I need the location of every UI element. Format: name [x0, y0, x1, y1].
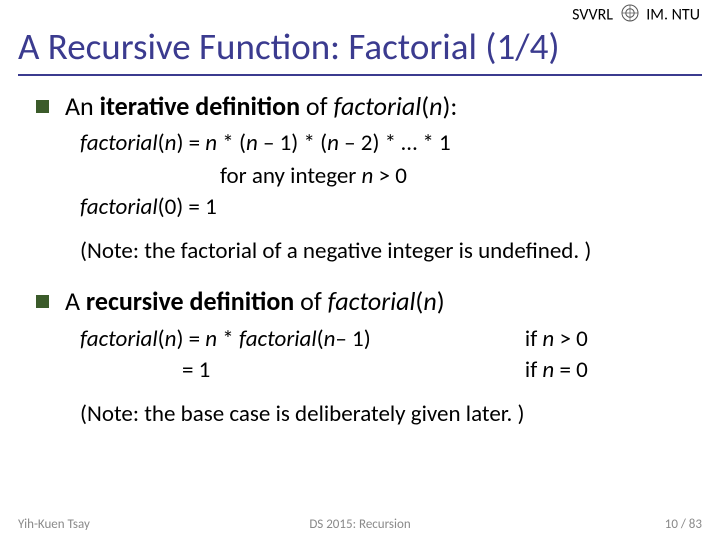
text: ( — [421, 90, 429, 122]
text-ital: n — [423, 285, 436, 317]
bullet-item-recursive: A recursive definition of factorial(n) — [36, 285, 692, 318]
bullet-item-iterative: An iterative definition of factorial(n): — [36, 90, 692, 123]
text: > 0 — [554, 325, 588, 353]
text-ital: n — [327, 129, 339, 157]
text-ital: n — [542, 325, 554, 353]
text: – 1) * ( — [258, 129, 327, 157]
recursive-definition: factorial(n) = n * factorial(n– 1) if n … — [80, 324, 692, 386]
text: = 0 — [554, 356, 588, 384]
rec-line1-right: if n > 0 — [525, 324, 692, 355]
text-ital: factorial — [80, 193, 158, 221]
iter-line2: for any integer n > 0 — [80, 161, 692, 192]
text-ital: factorial — [239, 325, 317, 353]
text: ) = — [176, 129, 205, 157]
text-ital: n — [205, 129, 217, 157]
text: A — [65, 285, 86, 317]
text: if — [525, 325, 543, 353]
footer-course: DS 2015: Recursion — [309, 517, 410, 532]
note-iterative: (Note: the factorial of a negative integ… — [80, 237, 692, 267]
text-ital: factorial — [80, 325, 158, 353]
text: ) — [437, 285, 445, 317]
slide-content: An iterative definition of factorial(n):… — [0, 76, 720, 430]
text: ): — [442, 90, 457, 122]
rec-line1-left: factorial(n) = n * factorial(n– 1) — [80, 324, 475, 355]
title-rule — [18, 74, 702, 76]
org-left: SVVRL — [572, 5, 613, 24]
text-ital: n — [362, 162, 374, 190]
text: – 2) * … * 1 — [339, 129, 451, 157]
text: ( — [317, 325, 324, 353]
text: of — [300, 90, 333, 122]
rec-line2-right: if n = 0 — [525, 355, 692, 386]
text-ital: n — [429, 90, 442, 122]
footer: Yih-Kuen Tsay DS 2015: Recursion 10 / 83 — [0, 517, 720, 532]
text-bold: iterative definition — [100, 90, 300, 122]
text: if — [525, 356, 543, 384]
text-ital: factorial — [80, 129, 158, 157]
text-ital: n — [246, 129, 258, 157]
footer-author: Yih-Kuen Tsay — [18, 517, 90, 532]
bullet-text-recursive: A recursive definition of factorial(n) — [65, 285, 445, 318]
bullet-text-iterative: An iterative definition of factorial(n): — [65, 90, 457, 123]
footer-page: 10 / 83 — [665, 517, 702, 532]
iter-line3: factorial(0) = 1 — [80, 192, 692, 223]
text-ital: n — [205, 325, 217, 353]
iter-line1: factorial(n) = n * (n – 1) * (n – 2) * …… — [80, 128, 692, 159]
text: An — [65, 90, 100, 122]
text: – 1) — [335, 325, 370, 353]
text: for any integer — [220, 162, 362, 190]
text: * ( — [217, 129, 246, 157]
org-right: IM. NTU — [646, 5, 700, 24]
text-bold: recursive definition — [86, 285, 294, 317]
text-ital: n — [542, 356, 554, 384]
text: > 0 — [373, 162, 407, 190]
text: (0) = 1 — [158, 193, 217, 221]
bullet-icon — [36, 100, 49, 113]
at-icon — [621, 4, 639, 27]
text-ital: n — [165, 325, 177, 353]
text-ital: n — [165, 129, 177, 157]
rec-line2-left: = 1 — [80, 355, 475, 386]
text: * — [217, 325, 239, 353]
text-ital: factorial — [328, 285, 416, 317]
text: of — [294, 285, 327, 317]
bullet-icon — [36, 295, 49, 308]
text: ( — [158, 325, 165, 353]
text: ( — [158, 129, 165, 157]
text-ital: n — [324, 325, 336, 353]
text: ) = — [176, 325, 205, 353]
slide-title: A Recursive Function: Factorial (1/4) — [18, 27, 702, 74]
text-ital: factorial — [333, 90, 421, 122]
note-recursive: (Note: the base case is deliberately giv… — [80, 400, 692, 430]
